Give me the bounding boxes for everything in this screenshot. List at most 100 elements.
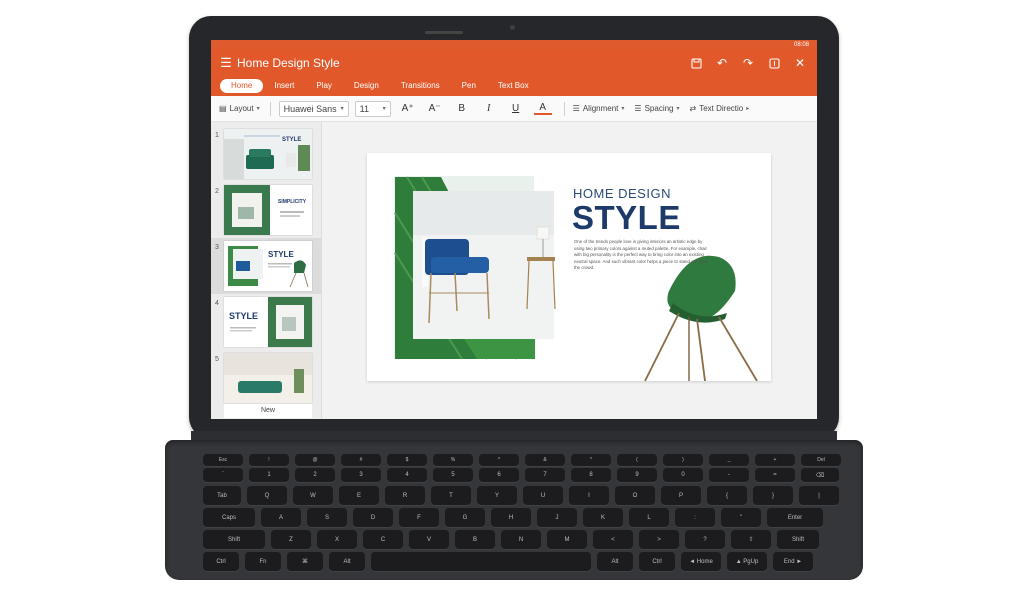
key-row3-10[interactable]: ?	[685, 530, 725, 549]
key-row3-12[interactable]: Shift	[777, 530, 819, 549]
key-num_row-10[interactable]: 0	[663, 468, 703, 482]
text-direction-button[interactable]: ⇄ Text Directio ▸	[690, 104, 750, 113]
key-fn_row-5[interactable]: %	[433, 454, 473, 466]
key-row2-7[interactable]: J	[537, 508, 577, 527]
key-row1-5[interactable]: T	[431, 486, 471, 505]
key-row1-9[interactable]: O	[615, 486, 655, 505]
key-row1-4[interactable]: R	[385, 486, 425, 505]
key-row3-11[interactable]: ⇧	[731, 530, 771, 549]
key-num_row-9[interactable]: 9	[617, 468, 657, 482]
hamburger-menu-icon[interactable]: ☰	[215, 55, 237, 71]
key-row4-7[interactable]: ◄ Home	[681, 552, 721, 571]
key-num_row-11[interactable]: -	[709, 468, 749, 482]
font-select[interactable]: Huawei Sans ▾	[278, 100, 349, 117]
key-row3-7[interactable]: M	[547, 530, 587, 549]
key-fn_row-13[interactable]: Del	[801, 454, 841, 466]
tab-insert[interactable]: Insert	[263, 79, 305, 93]
key-row4-2[interactable]: ⌘	[287, 552, 323, 571]
slide-thumbnail[interactable]: 1 STYLE	[211, 126, 322, 182]
slide-thumbnail[interactable]: 4 STYLE	[211, 294, 322, 350]
key-row2-3[interactable]: D	[353, 508, 393, 527]
key-num_row-6[interactable]: 6	[479, 468, 519, 482]
key-row4-1[interactable]: Fn	[245, 552, 281, 571]
undo-icon[interactable]: ↶	[715, 56, 729, 70]
key-row1-10[interactable]: P	[661, 486, 701, 505]
current-slide[interactable]: HOME DESIGN STYLE One of the trends peop…	[367, 153, 771, 381]
alignment-button[interactable]: ☰ Alignment ▾	[573, 104, 625, 113]
key-num_row-12[interactable]: =	[755, 468, 795, 482]
key-num_row-7[interactable]: 7	[525, 468, 565, 482]
key-row4-6[interactable]: Ctrl	[639, 552, 675, 571]
key-fn_row-11[interactable]: _	[709, 454, 749, 466]
key-row1-0[interactable]: Tab	[203, 486, 241, 505]
key-row1-3[interactable]: E	[339, 486, 379, 505]
key-fn_row-6[interactable]: ^	[479, 454, 519, 466]
key-fn_row-9[interactable]: (	[617, 454, 657, 466]
slide-thumbnail[interactable]: 2 SIMPLICITY	[211, 182, 322, 238]
key-row2-1[interactable]: A	[261, 508, 301, 527]
key-num_row-0[interactable]: `	[203, 468, 243, 482]
key-row1-12[interactable]: }	[753, 486, 793, 505]
tab-play[interactable]: Play	[305, 79, 343, 93]
key-fn_row-12[interactable]: +	[755, 454, 795, 466]
bold-button[interactable]: B	[453, 103, 471, 114]
key-row3-1[interactable]: Z	[271, 530, 311, 549]
key-row2-0[interactable]: Caps	[203, 508, 255, 527]
increase-font-button[interactable]: A⁺	[399, 103, 417, 114]
key-row1-8[interactable]: I	[569, 486, 609, 505]
key-row2-5[interactable]: G	[445, 508, 485, 527]
font-color-button[interactable]: A	[533, 102, 552, 115]
font-size-select[interactable]: 11 ▾	[354, 100, 391, 117]
key-row3-5[interactable]: B	[455, 530, 495, 549]
key-fn_row-7[interactable]: &	[525, 454, 565, 466]
tab-text-box[interactable]: Text Box	[487, 79, 540, 93]
key-row3-9[interactable]: >	[639, 530, 679, 549]
layout-button[interactable]: ▤ Layout ▾	[219, 104, 260, 113]
key-row1-1[interactable]: Q	[247, 486, 287, 505]
slide-thumbnail-selected[interactable]: 3 STYLE	[211, 238, 322, 294]
key-row3-0[interactable]: Shift	[203, 530, 265, 549]
key-row2-11[interactable]: "	[721, 508, 761, 527]
key-row1-6[interactable]: Y	[477, 486, 517, 505]
key-row2-2[interactable]: S	[307, 508, 347, 527]
spacing-button[interactable]: ☰ Spacing ▾	[634, 104, 679, 113]
redo-icon[interactable]: ↷	[741, 56, 755, 70]
key-fn_row-0[interactable]: Esc	[203, 454, 243, 466]
key-num_row-8[interactable]: 8	[571, 468, 611, 482]
key-row3-6[interactable]: N	[501, 530, 541, 549]
key-row3-4[interactable]: V	[409, 530, 449, 549]
key-row1-11[interactable]: {	[707, 486, 747, 505]
key-row2-4[interactable]: F	[399, 508, 439, 527]
key-row4-9[interactable]: End ►	[773, 552, 813, 571]
key-row2-9[interactable]: L	[629, 508, 669, 527]
close-icon[interactable]: ✕	[793, 56, 807, 70]
key-fn_row-8[interactable]: *	[571, 454, 611, 466]
slide-thumbnail[interactable]: 5	[211, 350, 322, 406]
key-num_row-1[interactable]: 1	[249, 468, 289, 482]
key-num_row-4[interactable]: 4	[387, 468, 427, 482]
share-icon[interactable]	[767, 56, 781, 70]
key-fn_row-1[interactable]: !	[249, 454, 289, 466]
key-row2-6[interactable]: H	[491, 508, 531, 527]
new-slide-button[interactable]: New	[224, 404, 312, 418]
key-row3-8[interactable]: <	[593, 530, 633, 549]
key-num_row-13[interactable]: ⌫	[801, 468, 839, 482]
key-row1-2[interactable]: W	[293, 486, 333, 505]
key-num_row-5[interactable]: 5	[433, 468, 473, 482]
tab-home[interactable]: Home	[220, 79, 264, 93]
tab-transitions[interactable]: Transitions	[390, 79, 451, 93]
italic-button[interactable]: I	[480, 103, 498, 114]
key-row2-12[interactable]: Enter	[767, 508, 823, 527]
key-row3-3[interactable]: C	[363, 530, 403, 549]
underline-button[interactable]: U	[507, 103, 525, 114]
key-fn_row-10[interactable]: )	[663, 454, 703, 466]
key-row3-2[interactable]: X	[317, 530, 357, 549]
key-row4-5[interactable]: Alt	[597, 552, 633, 571]
key-fn_row-2[interactable]: @	[295, 454, 335, 466]
key-fn_row-3[interactable]: #	[341, 454, 381, 466]
key-num_row-3[interactable]: 3	[341, 468, 381, 482]
key-row1-7[interactable]: U	[523, 486, 563, 505]
key-fn_row-4[interactable]: $	[387, 454, 427, 466]
key-row4-8[interactable]: ▲ PgUp	[727, 552, 767, 571]
save-icon[interactable]	[689, 56, 703, 70]
